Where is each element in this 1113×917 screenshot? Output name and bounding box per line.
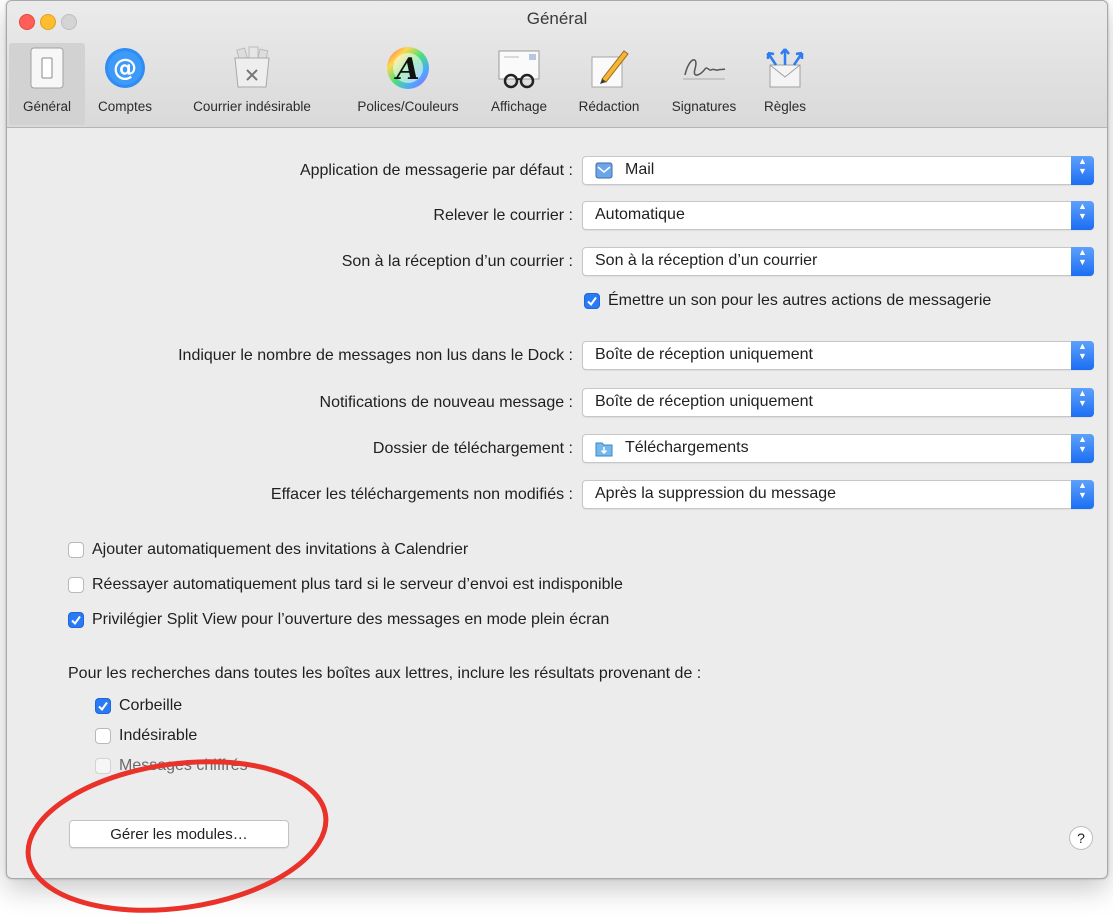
tab-accounts-label: Comptes [97,99,153,114]
junk-checkbox-row[interactable]: Indésirable [95,727,197,745]
popup-arrows-icon: ▲ ▼ [1071,201,1094,230]
title-bar: Général Général @ Comptes Courrier indés… [7,1,1107,128]
popup-arrows-icon: ▲ ▼ [1071,434,1094,463]
manage-plugins-button[interactable]: Gérer les modules… [69,820,289,848]
default-app-popup[interactable]: Mail ▲ ▼ [582,156,1094,185]
check-mail-value: Automatique [595,206,685,223]
remove-downloads-label: Effacer les téléchargements non modifiés… [270,486,573,503]
checkmark-icon [587,296,597,307]
split-view-label: Privilégier Split View pour l’ouverture … [92,611,610,628]
window-title: Général [526,9,588,28]
check-mail-popup[interactable]: Automatique ▲ ▼ [582,201,1094,230]
trash-checkbox[interactable] [95,698,111,714]
new-notifications-value: Boîte de réception uniquement [595,393,813,410]
split-view-checkbox-row[interactable]: Privilégier Split View pour l’ouverture … [68,611,609,629]
popup-arrows-icon: ▲ ▼ [1071,480,1094,509]
downloads-folder-icon [595,440,613,457]
remove-downloads-popup[interactable]: Après la suppression du message ▲ ▼ [582,480,1094,509]
downloads-folder-label: Dossier de téléchargement : [372,440,573,457]
remove-downloads-value: Après la suppression du message [595,485,837,502]
play-sounds-checkbox[interactable] [584,293,600,309]
checkmark-icon [71,615,81,626]
tab-composing[interactable]: Rédaction [565,43,653,125]
split-view-checkbox[interactable] [68,612,84,628]
general-switch-icon [22,43,72,93]
tab-junk-mail-label: Courrier indésirable [193,99,311,114]
tab-rules[interactable]: Règles [753,43,817,125]
popup-arrows-icon: ▲ ▼ [1071,156,1094,185]
new-mail-sound-label: Son à la réception d’un courrier : [341,253,573,270]
junk-label: Indésirable [119,727,198,744]
new-mail-sound-value: Son à la réception d’un courrier [595,252,818,269]
tab-composing-label: Rédaction [578,99,640,114]
encrypted-checkbox [95,758,111,774]
dock-unread-label: Indiquer le nombre de messages non lus d… [178,347,573,364]
tab-general[interactable]: Général [9,43,85,125]
retry-send-checkbox[interactable] [68,577,84,593]
encrypted-checkbox-row: Messages chiffrés [95,757,248,775]
new-notifications-label: Notifications de nouveau message : [319,394,573,411]
checkmark-icon [98,701,108,712]
tab-general-label: Général [22,99,72,114]
preferences-window: Général Général @ Comptes Courrier indés… [6,0,1108,879]
tab-junk-mail[interactable]: Courrier indésirable [173,43,331,125]
mail-app-icon [595,162,613,179]
signature-icon [679,43,729,93]
dock-unread-value: Boîte de réception uniquement [595,346,813,363]
new-mail-sound-popup[interactable]: Son à la réception d’un courrier ▲ ▼ [582,247,1094,276]
tab-fonts-colors-label: Polices/Couleurs [357,99,459,114]
font-color-wheel-icon: A [383,43,433,93]
default-app-value: Mail [625,161,655,178]
retry-send-label: Réessayer automatiquement plus tard si l… [92,576,623,593]
downloads-folder-popup[interactable]: Téléchargements ▲ ▼ [582,434,1094,463]
add-invitations-checkbox[interactable] [68,542,84,558]
svg-text:@: @ [113,54,137,82]
junk-trash-icon [227,43,277,93]
trash-checkbox-row[interactable]: Corbeille [95,697,182,715]
tab-viewing-label: Affichage [490,99,548,114]
downloads-folder-value: Téléchargements [625,439,749,456]
at-sign-icon: @ [100,43,150,93]
encrypted-label: Messages chiffrés [119,757,248,774]
pencil-note-icon [584,43,634,93]
tab-fonts-colors[interactable]: A Polices/Couleurs [341,43,475,125]
retry-send-checkbox-row[interactable]: Réessayer automatiquement plus tard si l… [68,576,623,594]
check-mail-label: Relever le courrier : [433,207,573,224]
svg-text:A: A [393,52,419,87]
tab-signatures[interactable]: Signatures [659,43,749,125]
glasses-envelope-icon [494,43,544,93]
default-app-label: Application de messagerie par défaut : [299,162,573,179]
junk-checkbox[interactable] [95,728,111,744]
popup-arrows-icon: ▲ ▼ [1071,388,1094,417]
tab-signatures-label: Signatures [671,99,737,114]
add-invitations-checkbox-row[interactable]: Ajouter automatiquement des invitations … [68,541,468,559]
tab-rules-label: Règles [763,99,807,114]
rules-envelope-icon [760,43,810,93]
play-sounds-label: Émettre un son pour les autres actions d… [608,292,992,309]
tab-accounts[interactable]: @ Comptes [89,43,161,125]
popup-arrows-icon: ▲ ▼ [1071,247,1094,276]
help-button[interactable]: ? [1069,826,1093,850]
new-notifications-popup[interactable]: Boîte de réception uniquement ▲ ▼ [582,388,1094,417]
tab-viewing[interactable]: Affichage [481,43,557,125]
popup-arrows-icon: ▲ ▼ [1071,341,1094,370]
search-heading: Pour les recherches dans toutes les boît… [68,665,702,682]
play-sounds-checkbox-row[interactable]: Émettre un son pour les autres actions d… [584,292,991,310]
dock-unread-popup[interactable]: Boîte de réception uniquement ▲ ▼ [582,341,1094,370]
add-invitations-label: Ajouter automatiquement des invitations … [92,541,469,558]
trash-label: Corbeille [119,697,183,714]
